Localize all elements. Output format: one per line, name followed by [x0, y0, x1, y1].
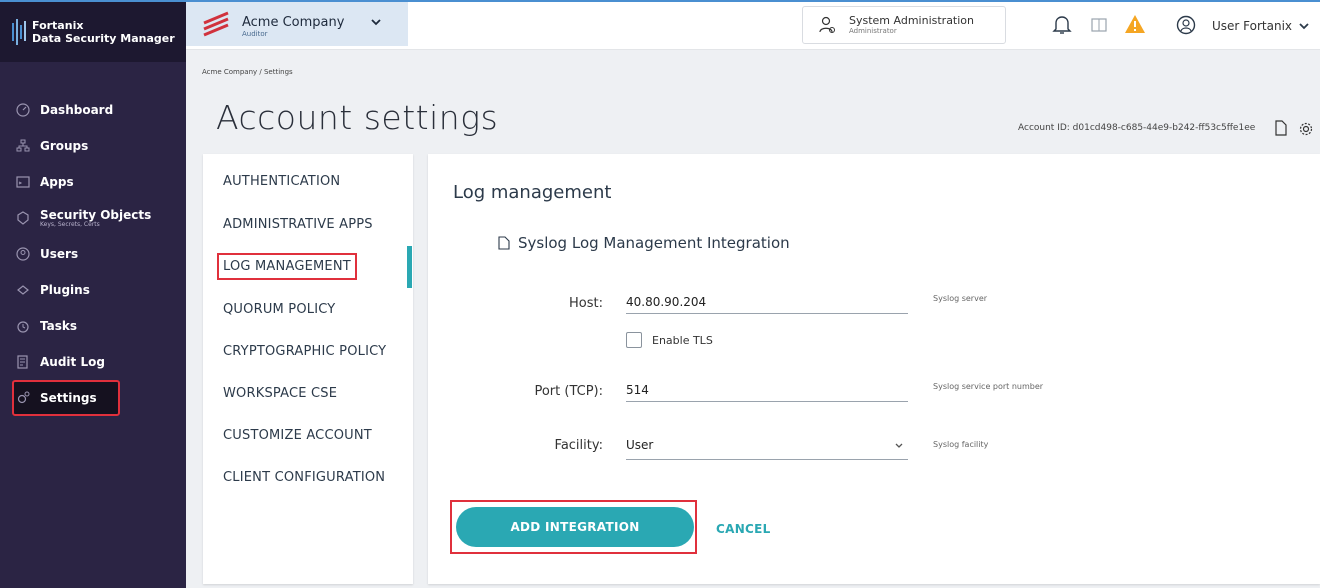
chevron-down-icon[interactable] — [1298, 20, 1310, 32]
user-menu[interactable]: User Fortanix — [1212, 19, 1292, 33]
sidebar-item-settings[interactable]: Settings — [12, 380, 120, 416]
sidebar: Fortanix Data Security Manager Dashboard… — [0, 0, 186, 588]
sidebar-item-label: Plugins — [40, 283, 90, 297]
gear-icon[interactable] — [1299, 122, 1313, 136]
facility-hint: Syslog facility — [933, 440, 989, 449]
host-hint: Syslog server — [933, 294, 988, 303]
host-label: Host: — [569, 296, 603, 311]
menu-item-administrative-apps[interactable]: ADMINISTRATIVE APPS — [223, 217, 373, 232]
system-administration-button[interactable]: System Administration Administrator — [802, 6, 1006, 44]
menu-item-customize-account[interactable]: CUSTOMIZE ACCOUNT — [223, 428, 372, 443]
port-label: Port (TCP): — [534, 384, 603, 399]
brand-line2: Data Security Manager — [32, 32, 175, 45]
company-name: Acme Company — [242, 14, 345, 30]
apps-icon — [16, 176, 30, 188]
copy-icon[interactable] — [1274, 120, 1288, 136]
menu-item-quorum-policy[interactable]: QUORUM POLICY — [223, 302, 335, 317]
sysadmin-title: System Administration — [849, 14, 975, 27]
sidebar-item-label: Settings — [40, 391, 97, 405]
facility-select[interactable]: User — [626, 438, 653, 452]
menu-item-client-configuration[interactable]: CLIENT CONFIGURATION — [223, 470, 385, 485]
cancel-button[interactable]: CANCEL — [716, 522, 771, 536]
sidebar-item-apps[interactable]: Apps — [12, 164, 172, 200]
log-management-panel: Log management Syslog Log Management Int… — [428, 154, 1320, 584]
facility-underline — [626, 459, 908, 460]
menu-item-workspace-cse[interactable]: WORKSPACE CSE — [223, 386, 337, 401]
enable-tls-label: Enable TLS — [652, 334, 713, 347]
section-title: Log management — [453, 182, 612, 203]
sidebar-nav: Dashboard Groups Apps Security Objects K… — [12, 92, 172, 416]
company-role: Auditor — [242, 29, 268, 38]
sidebar-item-sublabel: Keys, Secrets, Certs — [40, 220, 100, 228]
tasks-icon — [17, 321, 29, 333]
security-objects-icon — [17, 211, 29, 225]
company-logo-icon — [203, 11, 229, 37]
sysadmin-role: Administrator — [849, 27, 897, 35]
book-icon[interactable] — [1090, 16, 1108, 34]
top-header: Acme Company Auditor System Administrati… — [186, 0, 1320, 50]
account-id: Account ID: d01cd498-c685-44e9-b242-ff53… — [1018, 123, 1256, 133]
dashboard-icon — [16, 103, 30, 117]
sidebar-item-label: Apps — [40, 175, 74, 189]
users-icon — [16, 247, 30, 261]
sidebar-item-audit-log[interactable]: Audit Log — [12, 344, 172, 380]
settings-icon — [17, 391, 30, 404]
sidebar-item-label: Security Objects — [40, 207, 152, 222]
menu-item-cryptographic-policy[interactable]: CRYPTOGRAPHIC POLICY — [223, 344, 386, 359]
port-input[interactable] — [626, 378, 908, 402]
brand-line1: Fortanix — [32, 19, 84, 32]
admin-user-icon — [819, 16, 835, 33]
port-hint: Syslog service port number — [933, 382, 1044, 391]
audit-log-icon — [17, 355, 28, 369]
settings-menu: AUTHENTICATION ADMINISTRATIVE APPS LOG M… — [203, 154, 413, 584]
menu-active-indicator — [407, 246, 412, 288]
company-selector[interactable]: Acme Company Auditor — [186, 2, 408, 46]
add-integration-button[interactable]: ADD INTEGRATION — [456, 507, 694, 547]
sidebar-item-tasks[interactable]: Tasks — [12, 308, 172, 344]
chevron-down-icon — [371, 19, 381, 26]
add-integration-highlight: ADD INTEGRATION — [450, 500, 697, 554]
page-title: Account settings — [216, 98, 499, 137]
brand-name: Fortanix Data Security Manager — [32, 19, 175, 45]
sidebar-item-plugins[interactable]: Plugins — [12, 272, 172, 308]
sidebar-item-label: Dashboard — [40, 103, 114, 117]
sidebar-item-label: Groups — [40, 139, 89, 153]
integration-title: Syslog Log Management Integration — [498, 234, 790, 252]
plugins-icon — [17, 285, 29, 295]
sidebar-item-groups[interactable]: Groups — [12, 128, 172, 164]
menu-item-authentication[interactable]: AUTHENTICATION — [223, 174, 340, 189]
user-avatar-icon[interactable] — [1176, 15, 1196, 35]
chevron-down-icon[interactable] — [894, 440, 904, 450]
facility-label: Facility: — [554, 438, 603, 453]
sidebar-item-label: Audit Log — [40, 355, 105, 369]
sidebar-item-label: Tasks — [40, 319, 78, 333]
sidebar-item-security-objects[interactable]: Security Objects Keys, Secrets, Certs — [12, 200, 172, 236]
integration-title-text: Syslog Log Management Integration — [518, 234, 790, 252]
enable-tls-checkbox[interactable] — [626, 332, 642, 348]
account-actions — [1274, 120, 1313, 140]
sidebar-item-dashboard[interactable]: Dashboard — [12, 92, 172, 128]
groups-icon — [16, 139, 30, 152]
warning-icon[interactable] — [1124, 14, 1146, 34]
host-input[interactable] — [626, 290, 908, 314]
sidebar-item-users[interactable]: Users — [12, 236, 172, 272]
menu-item-log-management[interactable]: LOG MANAGEMENT — [217, 253, 357, 280]
brand[interactable]: Fortanix Data Security Manager — [0, 0, 186, 62]
sidebar-item-label: Users — [40, 247, 79, 261]
bell-icon[interactable] — [1052, 14, 1072, 36]
document-icon — [498, 236, 510, 250]
fortanix-logo-icon — [12, 19, 26, 45]
breadcrumb[interactable]: Acme Company / Settings — [202, 68, 293, 76]
